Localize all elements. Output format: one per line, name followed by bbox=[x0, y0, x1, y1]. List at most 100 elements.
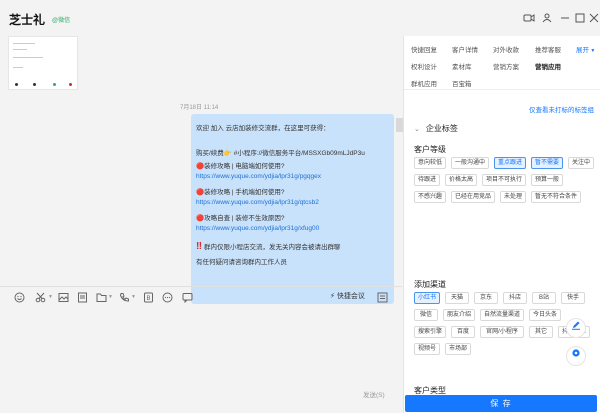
tag-group-title: 添加渠道 bbox=[414, 280, 446, 289]
close-icon[interactable] bbox=[588, 13, 600, 23]
chevron-down-icon: ⌄ bbox=[414, 126, 420, 133]
chat-icon[interactable] bbox=[182, 292, 193, 304]
tag-chip[interactable]: B站 bbox=[532, 292, 556, 304]
send-button[interactable]: 发送(S) bbox=[363, 389, 385, 399]
tab-tabs_row1-0[interactable]: 快捷回复 bbox=[411, 44, 437, 54]
tab-tabs_row2-1[interactable]: 素材库 bbox=[452, 61, 472, 71]
title-bar: 芝士礼 @微信 bbox=[0, 0, 600, 36]
phone-icon[interactable] bbox=[119, 292, 130, 303]
tab-tabs_row2-0[interactable]: 权利设计 bbox=[411, 61, 437, 71]
message-line: 欢迎 加入 云店加装修交流群，在这里可获得： bbox=[196, 125, 330, 132]
tag-chip[interactable]: 重点跟进 bbox=[494, 157, 526, 169]
message-line: 有任何疑问请咨询群内工作人员 bbox=[196, 259, 287, 266]
tab-tabs_row1-2[interactable]: 对外收款 bbox=[493, 44, 519, 54]
scissors-icon[interactable] bbox=[35, 292, 46, 303]
tab-label: 营销应用 bbox=[535, 64, 561, 71]
tag-chip[interactable]: 搜索引擎 bbox=[414, 326, 446, 338]
edit-icon[interactable] bbox=[566, 318, 586, 338]
tab-tabs_row2-2[interactable]: 营销方案 bbox=[493, 61, 519, 71]
tab-tabs_row1-1[interactable]: 客户详情 bbox=[452, 44, 478, 54]
tag-chip[interactable]: 不感兴趣 bbox=[414, 191, 446, 203]
tag-chip[interactable]: 其它 bbox=[529, 326, 553, 338]
tag-chip[interactable]: 快手 bbox=[561, 292, 585, 304]
tag-chip[interactable]: 项目不可执行 bbox=[482, 174, 526, 186]
tag-chip[interactable]: 暂不需要 bbox=[531, 157, 563, 169]
tag-chip[interactable]: 一般沟通中 bbox=[451, 157, 489, 169]
tag-chip[interactable]: 意向较低 bbox=[414, 157, 446, 169]
section-title: 企业标签 bbox=[425, 124, 458, 133]
tag-chip[interactable]: 已经在用竞品 bbox=[451, 191, 495, 203]
tab-label: 群机应用 bbox=[411, 81, 437, 88]
tag-chip[interactable]: 关注中 bbox=[568, 157, 594, 169]
chat-message-area[interactable]: 7月18日 11:14 欢迎 加入 云店加装修交流群，在这里可获得： 购买/续费… bbox=[0, 36, 404, 304]
image-icon[interactable] bbox=[58, 292, 69, 303]
emoji-icon[interactable] bbox=[14, 292, 25, 303]
tag-chip[interactable]: 官网/小程序 bbox=[480, 326, 524, 338]
maximize-icon[interactable] bbox=[574, 13, 586, 23]
tag-chip[interactable]: 视频号 bbox=[414, 343, 440, 355]
minimize-icon[interactable] bbox=[559, 13, 571, 23]
message-line: 🔴攻略自查 | 装修不生效原因? bbox=[196, 215, 285, 222]
message-input[interactable] bbox=[0, 307, 402, 413]
message-line: ‼ 群内仅限小程店交流，发无关内容会被请出群聊 bbox=[196, 241, 341, 252]
tag-chip[interactable]: 价格太高 bbox=[445, 174, 477, 186]
message-line: 🔴装修攻略 | 手机端如何使用? bbox=[196, 189, 285, 196]
section-header[interactable]: ⌄ 企业标签 bbox=[414, 123, 458, 134]
tag-group-title: 客户等级 bbox=[414, 145, 446, 154]
tab-label: 快捷回复 bbox=[411, 47, 437, 54]
tag-chip[interactable]: 市场部 bbox=[445, 343, 471, 355]
tag-chip[interactable]: 暂无不符合条件 bbox=[531, 191, 581, 203]
tab-tabs_row3-0[interactable]: 群机应用 bbox=[411, 78, 437, 88]
history-icon[interactable] bbox=[377, 292, 388, 303]
message-text: 群内仅限小程店交流，发无关内容会被请出群聊 bbox=[204, 244, 341, 251]
tag-chip[interactable]: 自然流量渠道 bbox=[480, 309, 524, 321]
message-timestamp: 7月18日 11:14 bbox=[180, 105, 219, 111]
tag-chip[interactable]: 天猫 bbox=[445, 292, 469, 304]
tag-chip[interactable]: 京东 bbox=[474, 292, 498, 304]
chevron-down-icon[interactable]: ▼ bbox=[48, 292, 53, 303]
tab-label: 百宝箱 bbox=[452, 81, 472, 88]
tag-chip[interactable]: 微信 bbox=[414, 309, 438, 321]
attachment-preview[interactable] bbox=[8, 36, 78, 90]
tab-label: 素材库 bbox=[452, 64, 472, 71]
tag-chip[interactable]: 预算一般 bbox=[531, 174, 563, 186]
tab-label: 展开 bbox=[576, 47, 589, 54]
warning-icon: ‼ bbox=[196, 241, 203, 252]
tag-chip[interactable]: 朋友介绍 bbox=[443, 309, 475, 321]
divider bbox=[404, 89, 600, 90]
message-link[interactable]: https://www.yuque.com/ydjia/lpr31g/qtcsb… bbox=[196, 199, 319, 206]
message-link[interactable]: https://www.yuque.com/ydjia/lpr31g/pgqge… bbox=[196, 173, 321, 180]
message-bubble[interactable]: 欢迎 加入 云店加装修交流群，在这里可获得： 购买/续费👉 #小程序://微信服… bbox=[191, 114, 394, 304]
tag-chip[interactable]: 今日头条 bbox=[529, 309, 561, 321]
lightning-icon: ⚡ bbox=[330, 293, 335, 300]
tag-chip[interactable]: 未处理 bbox=[500, 191, 526, 203]
settings-icon[interactable] bbox=[566, 346, 586, 366]
tab-label: 权利设计 bbox=[411, 64, 437, 71]
chevron-down-icon[interactable]: ▼ bbox=[131, 292, 136, 303]
tag-chip[interactable]: 待跟进 bbox=[414, 174, 440, 186]
more-icon[interactable] bbox=[162, 292, 173, 303]
user-icon[interactable] bbox=[541, 13, 553, 23]
tag-chip[interactable]: 抖店 bbox=[503, 292, 527, 304]
chevron-down-icon: ▼ bbox=[589, 48, 596, 54]
tag-chip[interactable]: 百度 bbox=[451, 326, 475, 338]
tab-tabs_row1-4[interactable]: 展开 ▼ bbox=[576, 44, 595, 54]
document-icon[interactable]: B bbox=[143, 292, 154, 303]
svg-text:B: B bbox=[146, 296, 150, 302]
message-line: 🔴装修攻略 | 电脑端如何使用? bbox=[196, 163, 285, 170]
tab-tabs_row2-3[interactable]: 营销应用 bbox=[535, 61, 561, 71]
untagged-filter-link[interactable]: 仅查看未打标的标签组 bbox=[529, 104, 594, 114]
message-line: 购买/续费👉 #小程序://微信服务平台/MSSXGb09mLJdP3u bbox=[196, 150, 365, 157]
folder-icon[interactable] bbox=[96, 292, 107, 303]
chevron-down-icon[interactable]: ▼ bbox=[108, 292, 113, 303]
tab-tabs_row1-3[interactable]: 推荐客服 bbox=[535, 44, 561, 54]
tab-label: 推荐客服 bbox=[535, 47, 561, 54]
save-button[interactable]: 保 存 bbox=[405, 395, 597, 412]
quick-meeting-button[interactable]: ⚡ 快捷会议 bbox=[330, 291, 365, 301]
tab-tabs_row3-1[interactable]: 百宝箱 bbox=[452, 78, 472, 88]
tag-chip[interactable]: 小红书 bbox=[414, 292, 440, 304]
tab-label: 客户详情 bbox=[452, 47, 478, 54]
file-icon[interactable] bbox=[77, 292, 88, 303]
video-call-icon[interactable] bbox=[523, 13, 535, 23]
message-link[interactable]: https://www.yuque.com/ydjia/lpr31g/xfug0… bbox=[196, 225, 319, 232]
